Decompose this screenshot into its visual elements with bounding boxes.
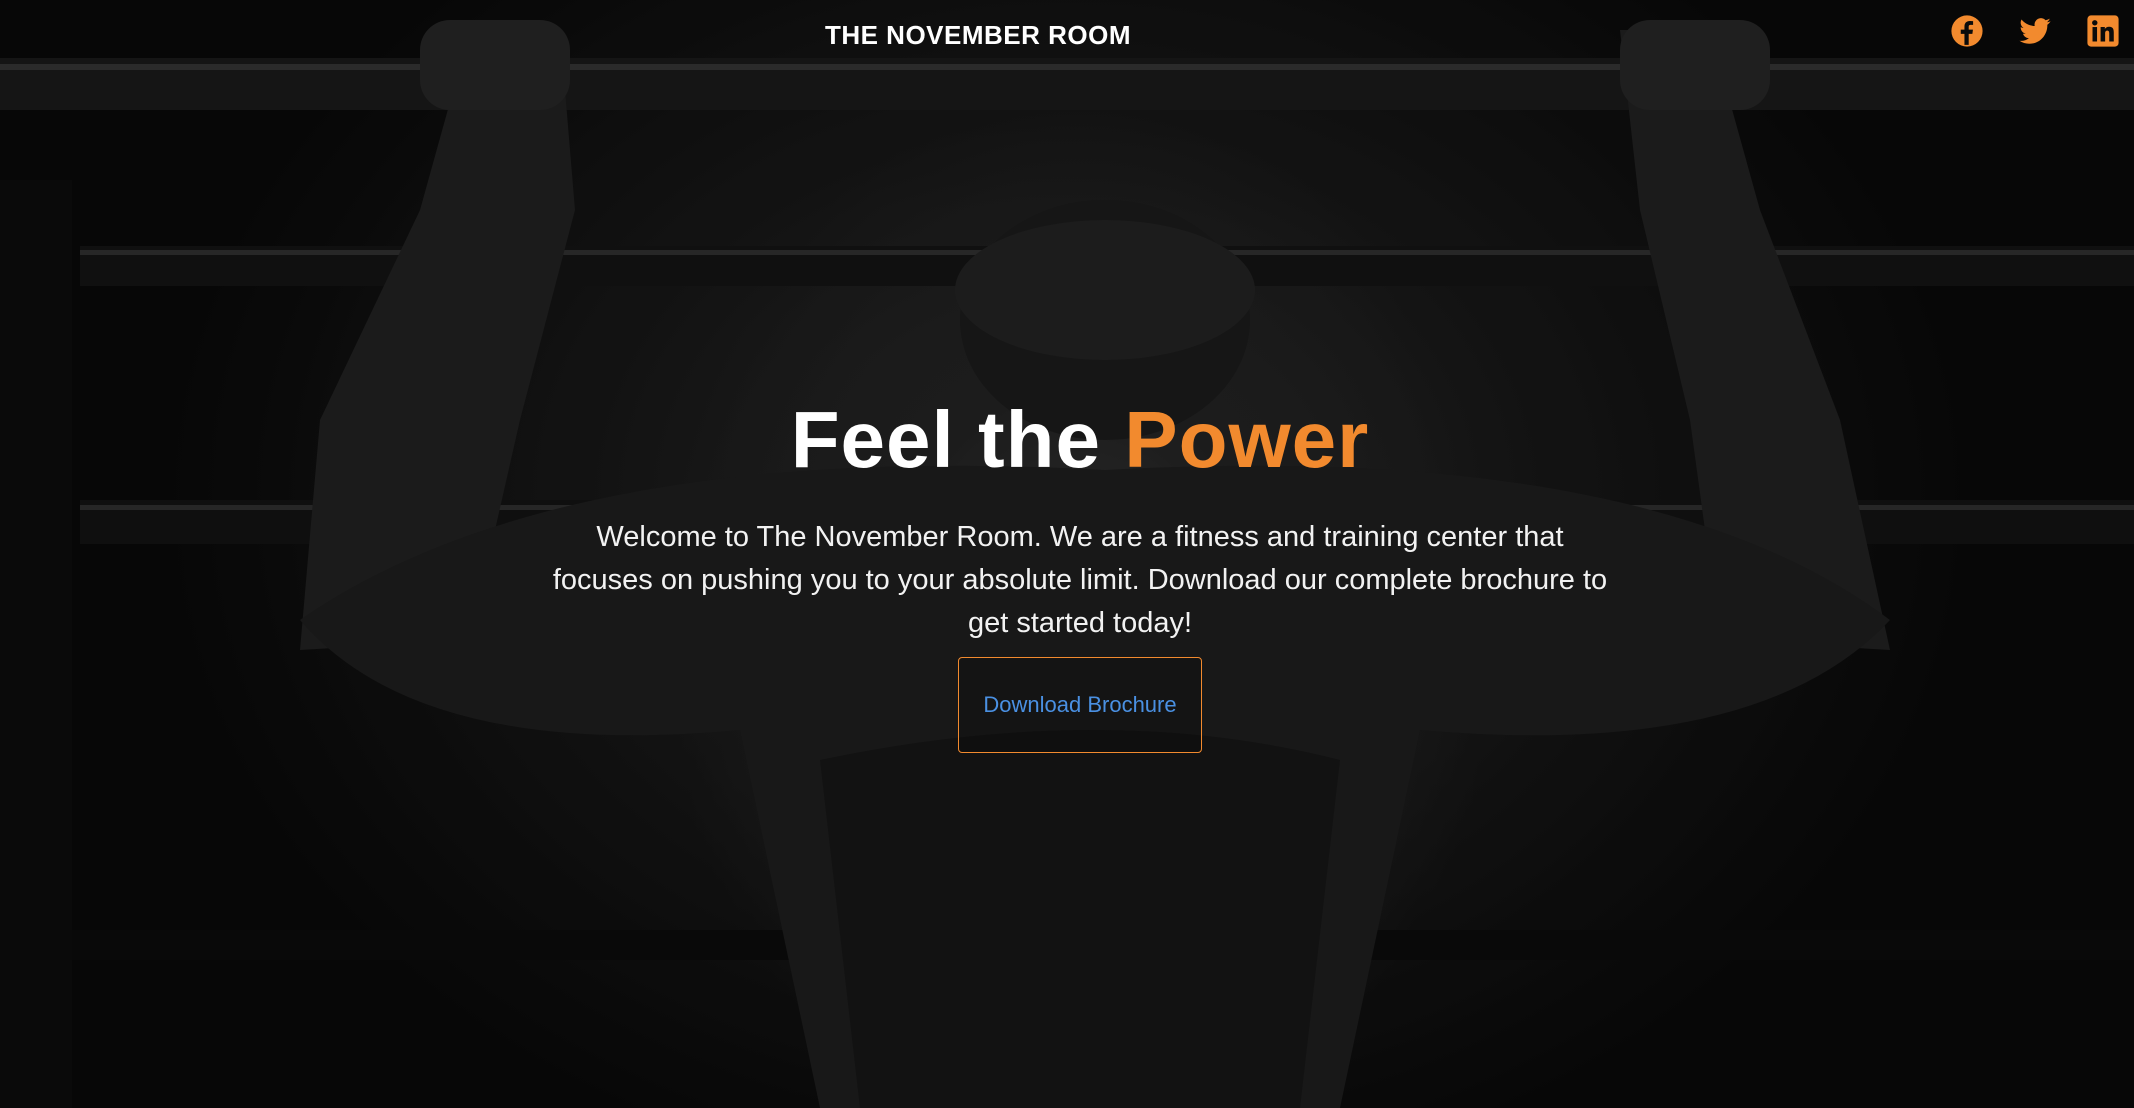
linkedin-link[interactable] bbox=[2086, 14, 2120, 48]
brand-logo[interactable]: THE NOVEMBER ROOM bbox=[0, 20, 1956, 51]
download-brochure-button[interactable]: Download Brochure bbox=[958, 657, 1202, 753]
social-links bbox=[1950, 14, 2120, 48]
hero-content: Feel the Power Welcome to The November R… bbox=[0, 400, 2134, 753]
headline-accent: Power bbox=[1124, 395, 1370, 484]
twitter-icon bbox=[2019, 18, 2051, 44]
hero-description: Welcome to The November Room. We are a f… bbox=[552, 521, 1608, 639]
hero-headline: Feel the Power bbox=[0, 400, 2134, 480]
facebook-link[interactable] bbox=[1950, 14, 1984, 48]
facebook-icon bbox=[1951, 15, 1983, 47]
hero-section: THE NOVEMBER ROOM Feel the Power Welcome… bbox=[0, 0, 2134, 1108]
twitter-link[interactable] bbox=[2018, 14, 2052, 48]
headline-prefix: Feel the bbox=[790, 395, 1125, 484]
linkedin-icon bbox=[2087, 15, 2119, 47]
